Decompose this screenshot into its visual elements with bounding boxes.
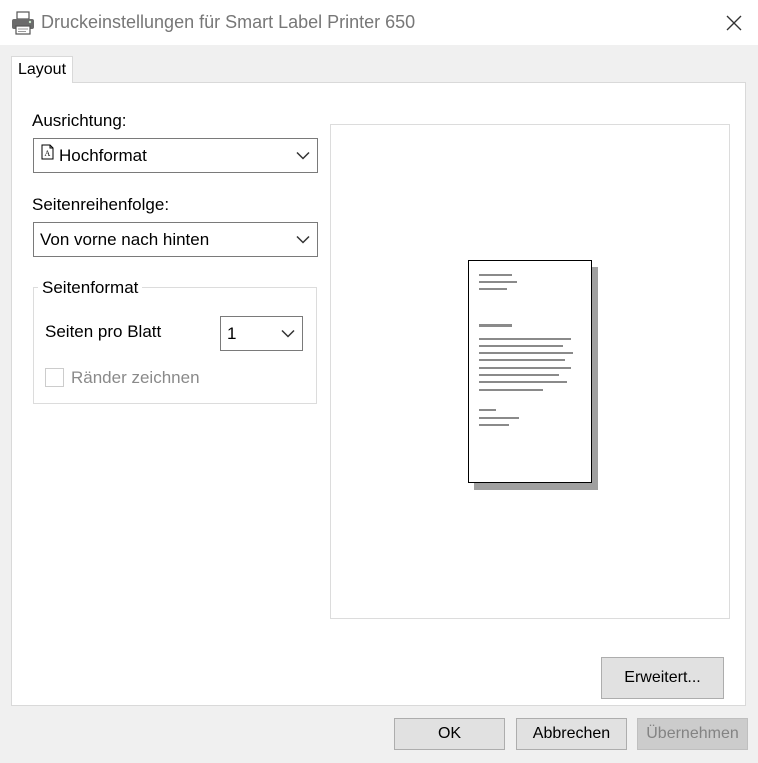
orientation-dropdown[interactable]: A Hochformat (33, 138, 318, 173)
title-bar: Druckeinstellungen für Smart Label Print… (0, 0, 758, 45)
layout-panel: Ausrichtung: A Hochformat Seitenreihenfo… (11, 82, 746, 706)
pages-per-sheet-value: 1 (227, 323, 237, 343)
close-button[interactable] (710, 0, 758, 45)
chevron-down-icon (281, 329, 295, 338)
page-format-group: Seitenformat Seiten pro Blatt 1 Ränder z… (33, 278, 317, 404)
pages-per-sheet-dropdown[interactable]: 1 (220, 316, 303, 351)
page-format-legend: Seitenformat (38, 278, 143, 298)
document-lines-graphic (479, 274, 573, 426)
draw-borders-label: Ränder zeichnen (71, 368, 200, 387)
close-icon (726, 15, 742, 30)
advanced-button[interactable]: Erweitert... (601, 657, 724, 699)
cancel-button[interactable]: Abbrechen (516, 718, 627, 750)
preview-page (468, 260, 592, 483)
page-order-dropdown[interactable]: Von vorne nach hinten (33, 222, 318, 257)
chevron-down-icon (296, 151, 310, 160)
orientation-value: Hochformat (59, 145, 147, 165)
printer-icon (10, 10, 36, 36)
chevron-down-icon (296, 235, 310, 244)
layout-preview (330, 124, 730, 619)
page-order-value: Von vorne nach hinten (40, 229, 210, 249)
page-order-label: Seitenreihenfolge: (32, 195, 170, 214)
window-title: Druckeinstellungen für Smart Label Print… (41, 12, 416, 32)
tab-layout[interactable]: Layout (11, 56, 73, 83)
portrait-page-icon: A (41, 144, 54, 165)
ok-button[interactable]: OK (394, 718, 505, 750)
pages-per-sheet-label: Seiten pro Blatt (45, 322, 162, 341)
orientation-label: Ausrichtung: (32, 111, 127, 130)
apply-button[interactable]: Übernehmen (637, 718, 748, 750)
draw-borders-checkbox[interactable] (45, 368, 64, 387)
svg-text:A: A (45, 149, 51, 158)
